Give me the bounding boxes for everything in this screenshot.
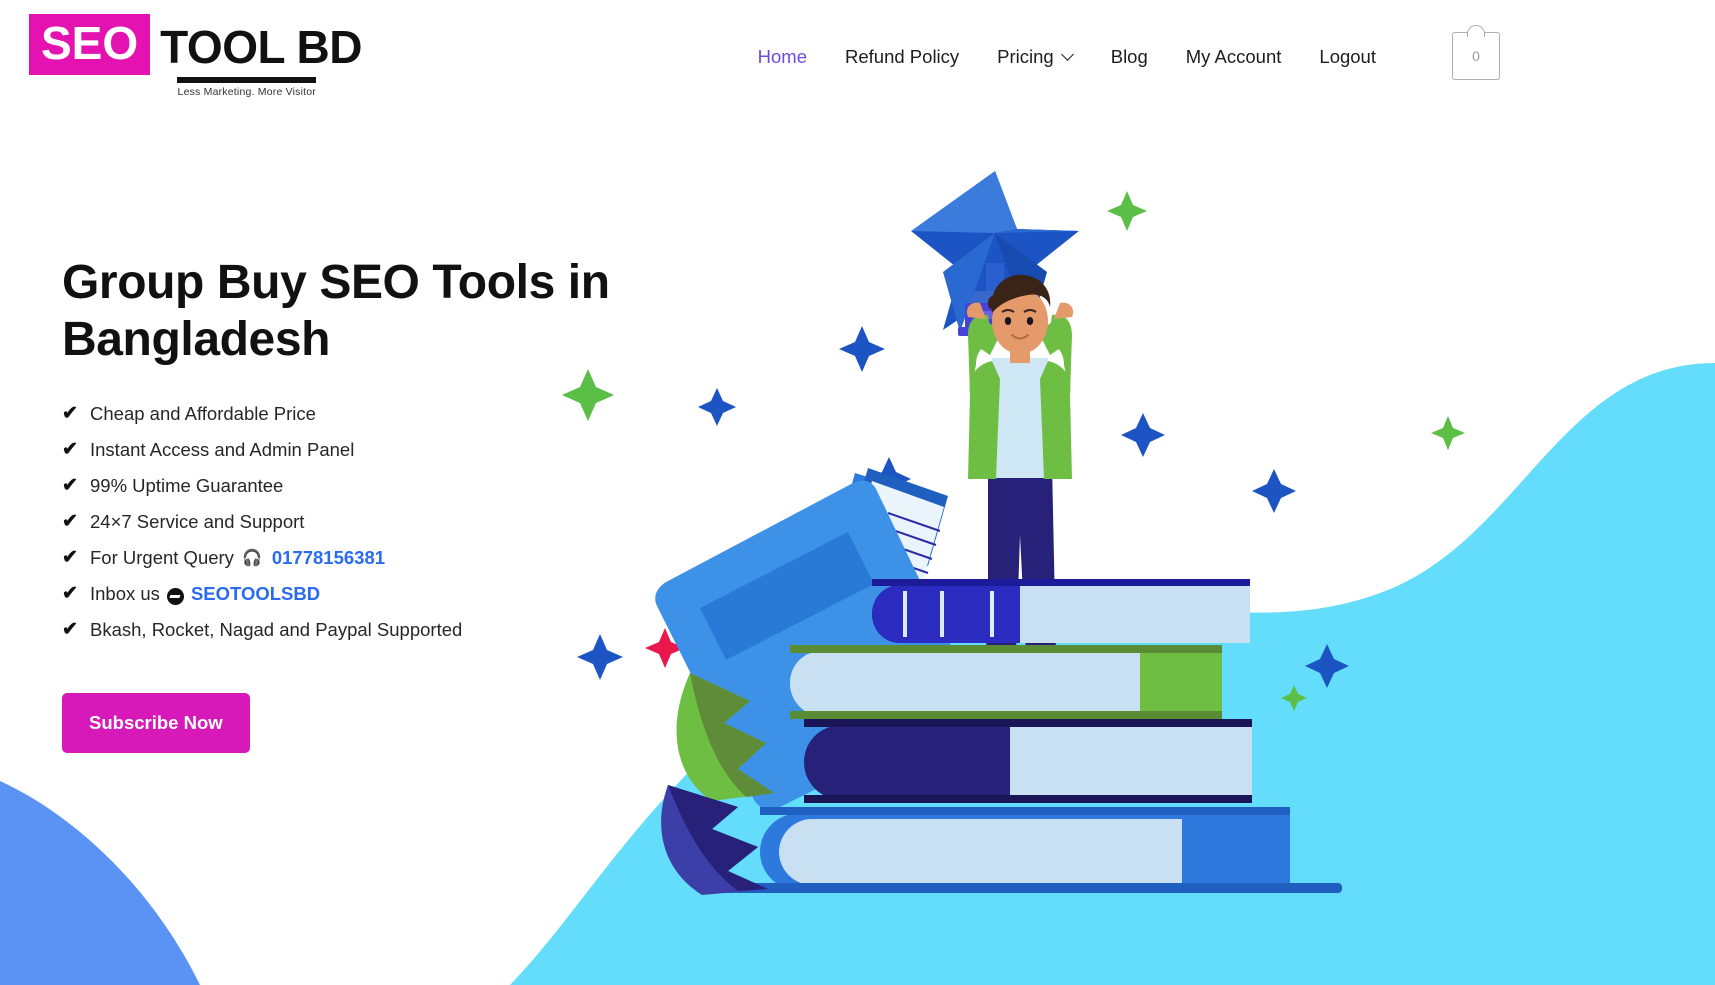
messenger-icon bbox=[166, 588, 184, 606]
nav-item-my-account[interactable]: My Account bbox=[1167, 46, 1301, 68]
nav-label-home: Home bbox=[757, 45, 808, 67]
feature-text: Instant Access and Admin Panel bbox=[90, 438, 355, 460]
list-item: ✔ 99% Uptime Guarantee bbox=[62, 476, 702, 495]
check-icon: ✔ bbox=[62, 403, 78, 425]
check-icon: ✔ bbox=[62, 583, 78, 605]
logo-toolbd-text: TOOL BD bbox=[160, 21, 362, 73]
nav-item-blog[interactable]: Blog bbox=[1092, 46, 1167, 68]
logo-row: SEO TOOL BD bbox=[29, 14, 362, 75]
check-icon: ✔ bbox=[62, 439, 78, 461]
page-title: Group Buy SEO Tools in Bangladesh bbox=[62, 256, 610, 366]
feature-text: 24×7 Service and Support bbox=[90, 510, 305, 532]
book-top bbox=[872, 579, 1250, 643]
book-bottom bbox=[700, 807, 1342, 893]
site-logo[interactable]: SEO TOOL BD Less Marketing. More Visitor bbox=[29, 14, 362, 98]
nav-label-blog: Blog bbox=[1110, 45, 1148, 67]
site-header: SEO TOOL BD Less Marketing. More Visitor… bbox=[0, 0, 1715, 113]
subscribe-now-button[interactable]: Subscribe Now bbox=[62, 693, 250, 754]
nav-item-logout[interactable]: Logout bbox=[1300, 46, 1395, 68]
book-navy bbox=[804, 719, 1252, 803]
check-icon: ✔ bbox=[62, 619, 78, 641]
messenger-link[interactable]: SEOTOOLSBD bbox=[191, 584, 320, 604]
chevron-down-icon bbox=[1063, 50, 1073, 60]
check-icon: ✔ bbox=[62, 475, 78, 497]
logo-seo-badge: SEO bbox=[29, 14, 151, 75]
feature-text: Bkash, Rocket, Nagad and Paypal Supporte… bbox=[90, 618, 463, 640]
list-item: ✔ Bkash, Rocket, Nagad and Paypal Suppor… bbox=[62, 620, 702, 639]
logo-underline bbox=[177, 76, 316, 83]
cart-button[interactable]: 0 bbox=[1452, 25, 1500, 80]
nav-item-refund-policy[interactable]: Refund Policy bbox=[826, 46, 978, 68]
logo-tagline: Less Marketing. More Visitor bbox=[177, 85, 316, 98]
feature-list: ✔ Cheap and Affordable Price ✔ Instant A… bbox=[62, 404, 702, 639]
shopping-bag-icon bbox=[1467, 25, 1485, 37]
nav-label-refund-policy: Refund Policy bbox=[845, 45, 960, 67]
page-root: SEO TOOL BD Less Marketing. More Visitor… bbox=[0, 0, 1715, 985]
list-item: ✔ 24×7 Service and Support bbox=[62, 512, 702, 531]
nav-label-logout: Logout bbox=[1319, 45, 1376, 67]
nav-label-my-account: My Account bbox=[1185, 45, 1282, 67]
book-green bbox=[790, 645, 1222, 719]
list-item-urgent-query: ✔ For Urgent Query 🎧 01778156381 bbox=[62, 548, 702, 567]
list-item: ✔ Cheap and Affordable Price bbox=[62, 404, 702, 423]
check-icon: ✔ bbox=[62, 547, 78, 569]
hero-text-block: Group Buy SEO Tools in Bangladesh ✔ Chea… bbox=[62, 255, 702, 754]
nav-label-pricing: Pricing bbox=[997, 45, 1054, 67]
cart-count: 0 bbox=[1472, 48, 1480, 64]
main-navigation: Home Refund Policy Pricing Blog My Accou… bbox=[739, 0, 1395, 113]
feature-text: 99% Uptime Guarantee bbox=[90, 474, 284, 496]
headset-icon: 🎧 bbox=[241, 549, 262, 567]
nav-item-pricing[interactable]: Pricing bbox=[978, 46, 1092, 68]
feature-text: For Urgent Query bbox=[90, 546, 234, 568]
list-item: ✔ Instant Access and Admin Panel bbox=[62, 440, 702, 459]
nav-item-home[interactable]: Home bbox=[739, 46, 826, 68]
check-icon: ✔ bbox=[62, 511, 78, 533]
list-item-inbox: ✔ Inbox us SEOTOOLSBD bbox=[62, 582, 702, 606]
corner-blue-curve bbox=[0, 781, 200, 985]
feature-text: Cheap and Affordable Price bbox=[90, 402, 316, 424]
feature-text: Inbox us bbox=[90, 582, 160, 604]
phone-link[interactable]: 01778156381 bbox=[272, 548, 385, 568]
